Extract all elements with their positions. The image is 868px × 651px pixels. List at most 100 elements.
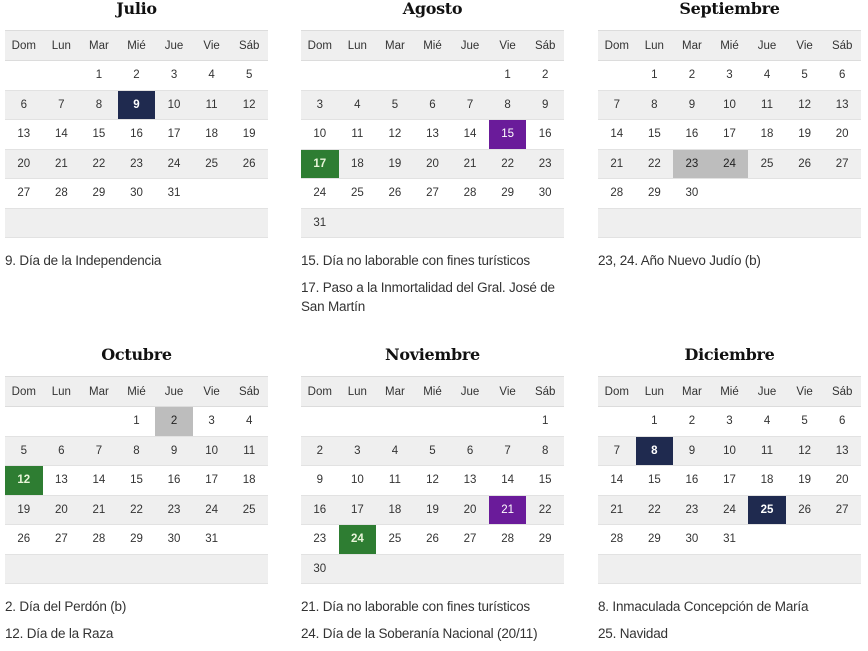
empty-day-cell	[192, 208, 231, 238]
day-cell: 12	[413, 465, 452, 496]
holiday-day-cell: 25	[748, 495, 786, 525]
holiday-notes: 9. Día de la Independencia	[5, 251, 268, 270]
empty-day-cell	[673, 208, 711, 238]
weekday-header: Vie	[488, 376, 527, 407]
empty-day-cell	[42, 406, 81, 437]
day-cell: 12	[376, 119, 414, 150]
month-title: Octubre	[101, 345, 172, 364]
day-cell: 16	[155, 465, 193, 496]
day-cell: 29	[635, 178, 674, 209]
day-cell: 3	[155, 60, 193, 91]
empty-day-cell	[598, 406, 636, 437]
holiday-day-cell: 12	[5, 465, 43, 496]
day-cell: 22	[526, 495, 564, 525]
day-cell: 21	[42, 149, 81, 179]
weekday-header: Mié	[710, 30, 749, 61]
empty-day-cell	[785, 208, 824, 238]
day-cell: 17	[192, 465, 231, 496]
weekday-header: Sáb	[230, 30, 268, 61]
empty-day-cell	[413, 208, 452, 238]
empty-day-cell	[42, 208, 81, 238]
day-cell: 10	[155, 90, 193, 120]
weekday-header: Jue	[451, 376, 489, 407]
weekday-header: Lun	[635, 376, 674, 407]
day-cell: 20	[451, 495, 489, 525]
day-cell: 13	[42, 465, 81, 496]
empty-day-cell	[413, 554, 452, 584]
week-row: 19 20 21 22 23 24 25	[5, 495, 268, 525]
holiday-note: 8. Inmaculada Concepción de María	[598, 599, 809, 614]
week-row: 14 15 16 17 18 19 20	[598, 119, 861, 150]
day-cell: 27	[451, 524, 489, 555]
empty-day-cell	[526, 554, 564, 584]
day-cell: 15	[80, 119, 118, 150]
day-cell: 29	[80, 178, 118, 209]
day-cell: 20	[823, 465, 861, 496]
empty-day-cell	[192, 178, 231, 209]
empty-day-cell	[451, 208, 489, 238]
holiday-note: 25. Navidad	[598, 626, 668, 641]
weekday-header: Mié	[413, 30, 452, 61]
day-cell: 1	[635, 406, 674, 437]
day-cell: 3	[301, 90, 339, 120]
empty-day-cell	[80, 406, 118, 437]
day-cell: 7	[451, 90, 489, 120]
empty-day-cell	[451, 406, 489, 437]
empty-day-cell	[598, 554, 636, 584]
day-cell: 11	[748, 90, 786, 120]
day-cell: 20	[42, 495, 81, 525]
day-cell: 14	[451, 119, 489, 150]
day-cell: 9	[526, 90, 564, 120]
day-cell: 5	[785, 60, 824, 91]
empty-day-cell	[80, 554, 118, 584]
day-cell: 9	[155, 436, 193, 466]
week-row: 28 29 30 31	[598, 524, 861, 555]
empty-day-cell	[338, 554, 377, 584]
weekday-header: Lun	[42, 376, 81, 407]
empty-day-cell	[301, 60, 339, 91]
week-row: 12 13 14 15 16 17 18	[5, 465, 268, 496]
day-cell: 27	[5, 178, 43, 209]
day-cell: 3	[710, 60, 749, 91]
holiday-notes: 2. Día del Perdón (b) 12. Día de la Raza	[5, 597, 268, 643]
empty-day-cell	[823, 524, 861, 555]
empty-day-cell	[823, 178, 861, 209]
day-cell: 4	[748, 60, 786, 91]
week-row: 13 14 15 16 17 18 19	[5, 119, 268, 150]
day-cell: 1	[635, 60, 674, 91]
weekday-header: Mié	[710, 376, 749, 407]
empty-day-cell	[155, 554, 193, 584]
holiday-note: 24. Día de la Soberanía Nacional (20/11)	[301, 626, 538, 641]
weekday-header: Jue	[155, 30, 193, 61]
empty-day-cell	[451, 60, 489, 91]
holiday-notes: 8. Inmaculada Concepción de María 25. Nav…	[598, 597, 861, 643]
day-cell: 26	[230, 149, 268, 179]
day-cell: 25	[748, 149, 786, 179]
day-cell: 1	[80, 60, 118, 91]
empty-day-cell	[376, 554, 414, 584]
day-cell: 1	[526, 406, 564, 437]
month-noviembre: Noviembre Dom Lun Mar Mié Jue Vie Sáb 1 2 3 4 5 6 7 8 9 1…	[301, 346, 564, 651]
day-cell: 1	[117, 406, 156, 437]
day-cell: 17	[710, 119, 749, 150]
week-row: 28 29 30	[598, 178, 861, 209]
empty-day-cell	[598, 208, 636, 238]
day-cell: 16	[301, 495, 339, 525]
week-row: 30	[301, 554, 564, 584]
day-cell: 17	[338, 495, 377, 525]
week-row: 7 8 9 10 11 12 13	[598, 436, 861, 466]
day-cell: 2	[526, 60, 564, 91]
weekday-header: Sáb	[823, 30, 861, 61]
holiday-day-cell: 15	[488, 119, 527, 150]
empty-day-cell	[338, 208, 377, 238]
day-cell: 5	[413, 436, 452, 466]
day-cell: 10	[710, 90, 749, 120]
week-row: 9 10 11 12 13 14 15	[301, 465, 564, 496]
empty-day-cell	[635, 554, 674, 584]
weekday-header: Lun	[42, 30, 81, 61]
empty-day-cell	[635, 208, 674, 238]
day-cell: 25	[338, 178, 377, 209]
day-cell: 21	[451, 149, 489, 179]
day-cell: 23	[301, 524, 339, 555]
empty-day-cell	[451, 554, 489, 584]
